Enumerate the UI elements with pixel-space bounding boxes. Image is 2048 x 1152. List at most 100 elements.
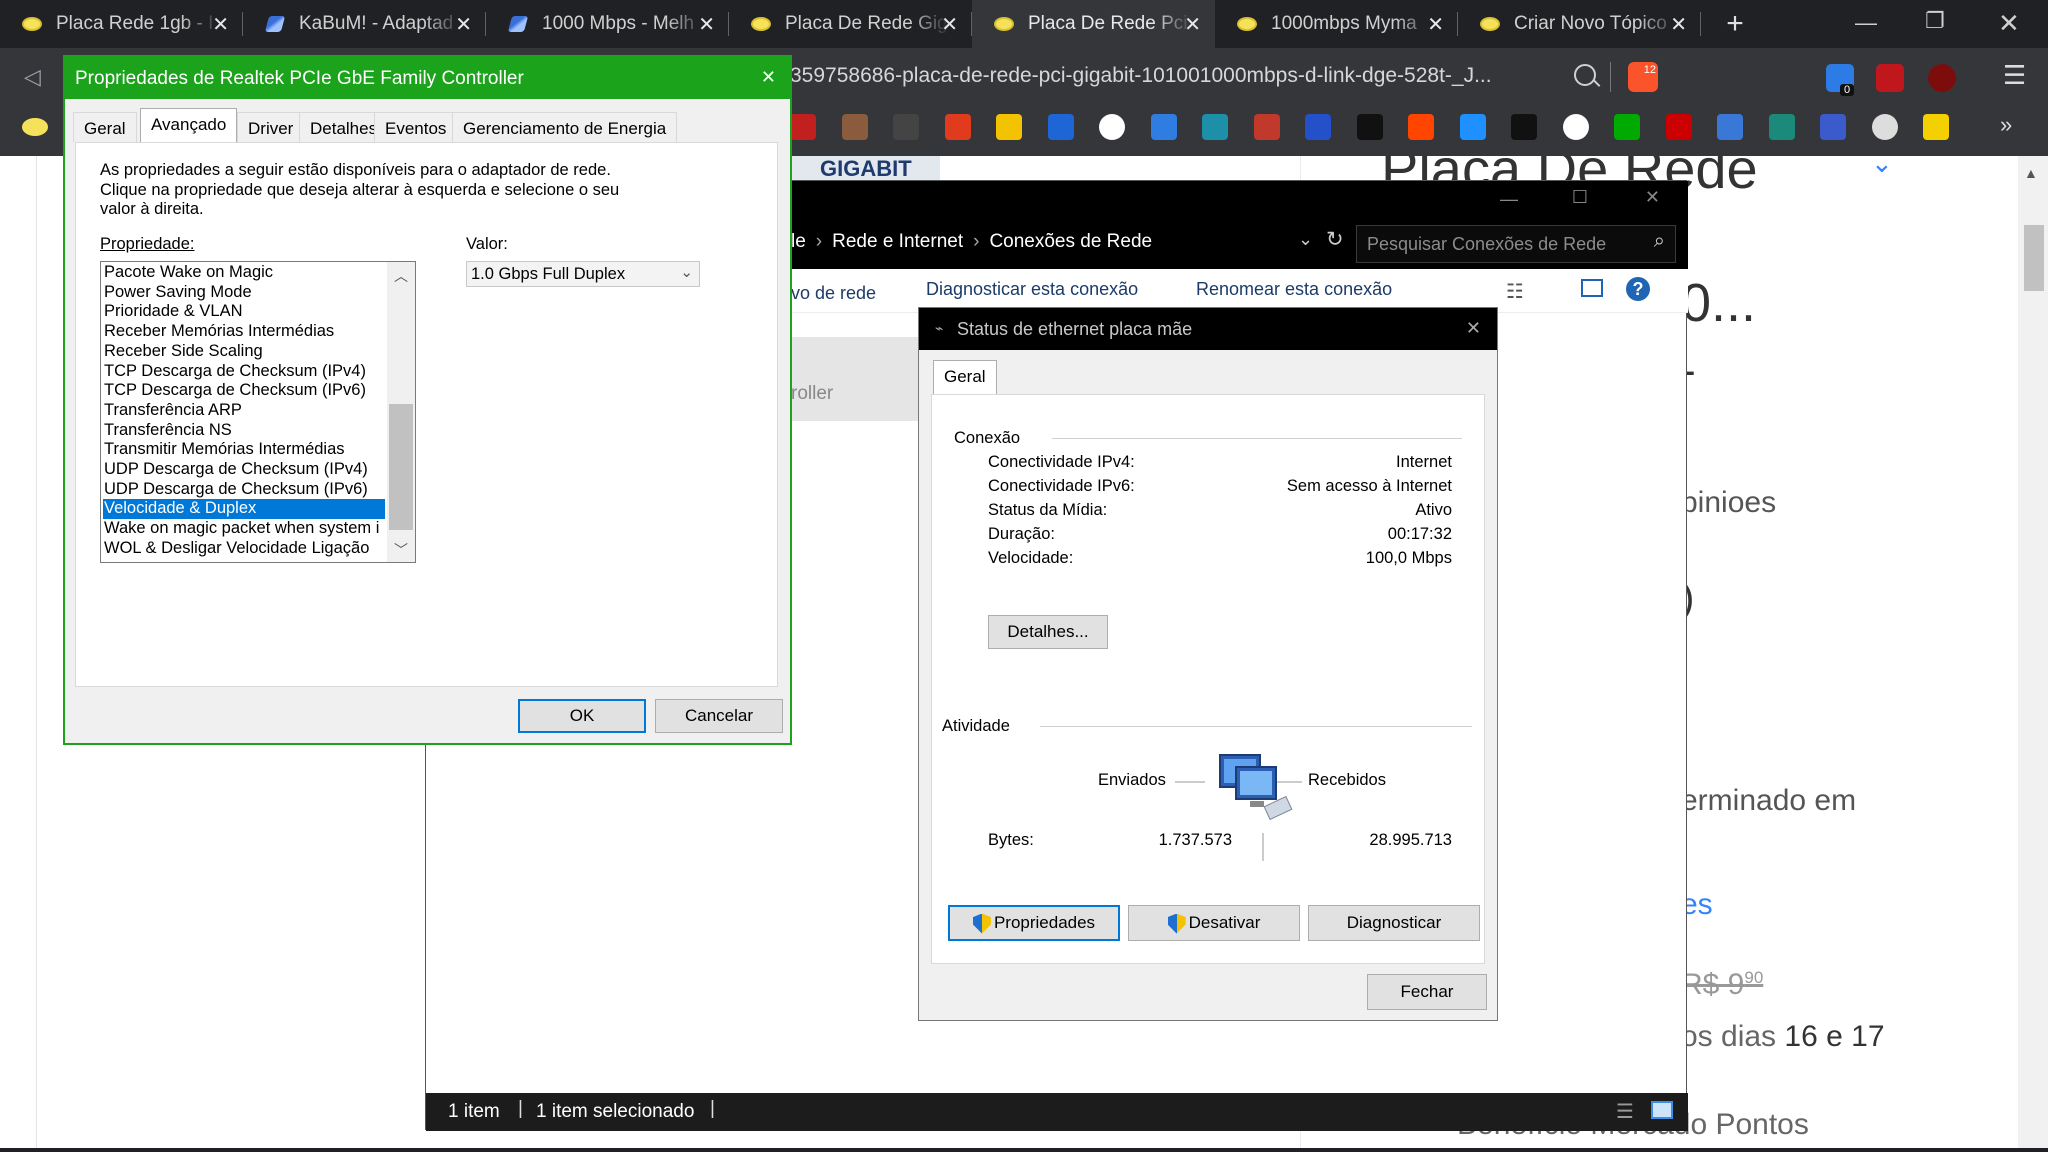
menu-icon[interactable]: ☰ (2003, 60, 2026, 91)
minimize-icon[interactable]: — (1855, 10, 1877, 36)
bookmark-icon[interactable] (1150, 114, 1177, 140)
new-tab-button[interactable]: + (1720, 6, 1750, 42)
bookmark-icon[interactable] (841, 114, 868, 140)
tab-eventos[interactable]: Eventos (374, 112, 458, 142)
property-list-item[interactable]: Transferência ARP (103, 401, 385, 421)
property-list-item[interactable]: UDP Descarga de Checksum (IPv4) (103, 460, 385, 480)
bookmark-icon[interactable] (790, 114, 816, 140)
property-list-item[interactable]: Wake on magic packet when system i (103, 519, 385, 539)
property-list-item[interactable]: Transferência NS (103, 421, 385, 441)
list-scrollbar[interactable]: ︿ ﹀ (387, 262, 415, 562)
property-list-item[interactable]: Transmitir Memórias Intermédias (103, 440, 385, 460)
value-select[interactable]: 1.0 Gbps Full Duplex ⌄ (466, 261, 700, 287)
list-scroll-up-icon[interactable]: ︿ (394, 266, 408, 286)
tab-close-icon[interactable]: ✕ (1184, 12, 1201, 37)
command-partial[interactable]: vo de rede (791, 283, 876, 304)
brave-shield-icon[interactable]: 12 (1628, 62, 1658, 92)
bookmark-icon[interactable] (1665, 114, 1692, 140)
property-list-item[interactable]: Prioridade & VLAN (103, 302, 385, 322)
restore-icon[interactable]: ❐ (1925, 8, 1945, 34)
bookmark-icon[interactable] (1459, 114, 1486, 140)
explorer-minimize-icon[interactable]: — (1500, 189, 1518, 210)
bookmark-icon[interactable] (1871, 114, 1898, 140)
scrollbar-thumb[interactable] (2024, 225, 2044, 291)
property-list-item[interactable]: TCP Descarga de Checksum (IPv6) (103, 381, 385, 401)
preview-pane-icon[interactable] (1581, 279, 1603, 297)
bookmark-icon[interactable] (1614, 114, 1640, 140)
address-bar-url[interactable]: 359758686-placa-de-rede-pci-gigabit-1010… (790, 64, 1492, 88)
refresh-icon[interactable]: ↻ (1326, 227, 1344, 252)
more-bookmarks-icon[interactable]: » (2000, 112, 2012, 138)
tab[interactable]: 1000 Mbps - Melh ✕ (486, 0, 729, 48)
tab[interactable]: Placa De Rede Gig ✕ (729, 0, 972, 48)
explorer-maximize-icon[interactable]: ☐ (1572, 187, 1588, 208)
explorer-close-icon[interactable]: ✕ (1645, 187, 1660, 208)
help-icon[interactable]: ? (1626, 277, 1650, 301)
tab-close-icon[interactable]: ✕ (1427, 12, 1444, 37)
search-icon[interactable]: ⌕ (1654, 230, 1665, 253)
status-close-icon[interactable]: ✕ (1466, 318, 1481, 339)
property-list[interactable]: Pacote Wake on Magic Power Saving Mode Pri… (100, 261, 416, 563)
bookmark-icon[interactable] (1099, 114, 1125, 140)
tab-geral[interactable]: Geral (933, 360, 997, 395)
bookmark-icon[interactable] (1202, 114, 1228, 140)
bookmark-icon[interactable] (1253, 114, 1280, 140)
property-list-item[interactable]: TCP Descarga de Checksum (IPv4) (103, 362, 385, 382)
scrollbar-track[interactable] (2018, 156, 2048, 1152)
opinions-link[interactable]: pinioes (1681, 486, 1776, 520)
tab[interactable]: KaBuM! - Adaptad ✕ (243, 0, 486, 48)
bookmark-icon[interactable] (1562, 114, 1589, 140)
tab-driver[interactable]: Driver (237, 112, 305, 142)
tab[interactable]: Placa Rede 1gb - I ✕ (0, 0, 243, 48)
property-list-item[interactable]: WOL & Desligar Velocidade Ligação (103, 539, 385, 559)
property-list-item[interactable]: UDP Descarga de Checksum (IPv6) (103, 480, 385, 500)
bookmark-icon[interactable] (1768, 114, 1795, 140)
bookmark-icon[interactable] (1047, 114, 1074, 140)
breadcrumb-dropdown-icon[interactable]: ⌄ (1298, 229, 1313, 250)
tab-close-icon[interactable]: ✕ (212, 12, 229, 37)
property-list-item[interactable]: Pacote Wake on Magic (103, 263, 385, 283)
property-list-item[interactable]: Power Saving Mode (103, 283, 385, 303)
tab-avançado[interactable]: Avançado (140, 108, 238, 143)
diagnose-button[interactable]: Diagnosticar (1308, 905, 1480, 941)
scroll-up-arrow[interactable]: ▲ (2024, 165, 2038, 181)
close-window-icon[interactable]: ✕ (1998, 8, 2020, 39)
bookmark-icon[interactable] (1923, 114, 1949, 140)
cancel-button[interactable]: Cancelar (655, 699, 783, 733)
bookmark-icon[interactable] (893, 114, 919, 140)
tab-gerenciamento[interactable]: Gerenciamento de Energia (452, 112, 678, 142)
search-box[interactable]: Pesquisar Conexões de Rede ⌕ (1356, 225, 1676, 263)
extension-pen-icon[interactable] (1876, 64, 1904, 92)
properties-button[interactable]: Propriedades (948, 905, 1120, 941)
bookmark-icon[interactable] (22, 118, 48, 136)
rename-connection-command[interactable]: Renomear esta conexão (1196, 279, 1392, 300)
property-list-item[interactable]: Receber Side Scaling (103, 342, 385, 362)
back-icon[interactable]: ◁ (24, 64, 41, 90)
ublock-icon[interactable] (1928, 64, 1956, 92)
bookmark-icon[interactable] (944, 114, 971, 140)
bookmark-icon[interactable] (996, 114, 1022, 140)
tab-close-icon[interactable]: ✕ (941, 12, 958, 37)
disable-button[interactable]: Desativar (1128, 905, 1300, 941)
list-scroll-thumb[interactable] (389, 404, 413, 530)
bookmark-icon[interactable] (1305, 114, 1331, 140)
chevron-down-icon[interactable]: ⌄ (680, 263, 693, 281)
bookmark-icon[interactable] (1408, 114, 1434, 140)
breadcrumb[interactable]: le › Rede e Internet › Conexões de Rede (791, 231, 1152, 253)
bookmark-icon[interactable] (1356, 114, 1383, 140)
ok-button[interactable]: OK (518, 699, 646, 733)
chevron-down-icon[interactable]: ⌄ (1871, 156, 1893, 179)
zoom-icon[interactable] (1574, 64, 1596, 86)
list-scroll-down-icon[interactable]: ﹀ (394, 540, 408, 560)
tab-close-icon[interactable]: ✕ (455, 12, 472, 37)
tab-close-icon[interactable]: ✕ (1670, 12, 1687, 37)
tab[interactable]: 1000mbps Myma ✕ (1215, 0, 1458, 48)
property-list-item[interactable]: Receber Memórias Intermédias (103, 322, 385, 342)
tab[interactable]: Placa De Rede Pci ✕ (972, 0, 1215, 48)
tab-close-icon[interactable]: ✕ (698, 12, 715, 37)
tab[interactable]: Criar Novo Tópico ✕ (1458, 0, 1701, 48)
bookmark-icon[interactable] (1820, 114, 1846, 140)
property-list-item[interactable]: Velocidade & Duplex (103, 499, 385, 520)
details-button[interactable]: Detalhes... (988, 615, 1108, 649)
properties-close-icon[interactable]: ✕ (761, 67, 776, 88)
